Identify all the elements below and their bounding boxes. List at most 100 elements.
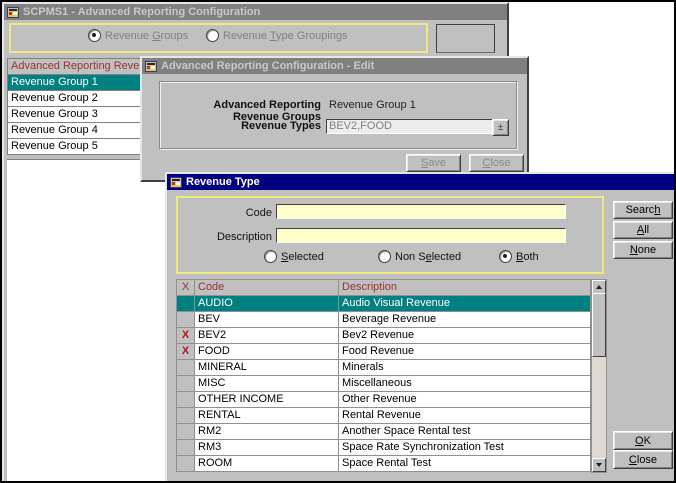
table-row[interactable]: OTHER INCOMEOther Revenue (176, 392, 591, 408)
table-row[interactable]: RENTALRental Revenue (176, 408, 591, 424)
row-code: RM2 (195, 424, 339, 439)
table-row[interactable]: MINERALMinerals (176, 360, 591, 376)
code-label: Code (178, 207, 272, 219)
none-button-label: None (630, 244, 656, 256)
row-description: Space Rental Test (339, 456, 590, 471)
search-panel: Code Description Selected Non Selected B… (176, 196, 604, 274)
row-selected-mark (177, 392, 195, 407)
radio-selected-icon (499, 250, 512, 263)
edit-window-title: Advanced Reporting Configuration - Edit (161, 60, 374, 72)
table-row[interactable]: XFOODFood Revenue (176, 344, 591, 360)
column-header-description: Description (339, 280, 590, 295)
ok-button[interactable]: OK (613, 431, 673, 450)
code-input[interactable] (276, 204, 566, 219)
table-body: AUDIOAudio Visual RevenueBEVBeverage Rev… (176, 296, 591, 472)
row-description: Other Revenue (339, 392, 590, 407)
table-row[interactable]: MISCMiscellaneous (176, 376, 591, 392)
radio-revenue-groups-label: Revenue Groups (105, 30, 188, 42)
row-description: Beverage Revenue (339, 312, 590, 327)
row-selected-mark (177, 408, 195, 423)
row-description: Miscellaneous (339, 376, 590, 391)
radio-unselected-icon (378, 250, 391, 263)
radio-revenue-type-groupings-label: Revenue Type Groupings (223, 30, 348, 42)
column-header-code: Code (195, 280, 339, 295)
row-selected-mark (177, 360, 195, 375)
radio-both-label: Both (516, 251, 539, 263)
revenue-groups-value: Revenue Group 1 (329, 99, 416, 111)
edit-close-button[interactable]: Close (469, 154, 524, 172)
row-code: ROOM (195, 456, 339, 471)
search-button-label: Search (626, 204, 661, 216)
radio-non-selected-label: Non Selected (395, 251, 461, 263)
row-selected-mark (177, 376, 195, 391)
column-header-x: X (177, 280, 195, 295)
table-row[interactable]: AUDIOAudio Visual Revenue (176, 296, 591, 312)
table-row[interactable]: XBEV2Bev2 Revenue (176, 328, 591, 344)
main-titlebar[interactable]: SCPMS1 - Advanced Reporting Configuratio… (4, 4, 507, 20)
arrow-up-icon (596, 285, 602, 289)
row-code: RM3 (195, 440, 339, 455)
row-description: Rental Revenue (339, 408, 590, 423)
row-code: BEV (195, 312, 339, 327)
all-button[interactable]: All (613, 221, 673, 239)
revenue-types-label: Revenue Types (166, 120, 321, 132)
radio-revenue-groups[interactable]: Revenue Groups (88, 29, 188, 42)
radio-both[interactable]: Both (499, 250, 539, 263)
row-selected-mark: X (177, 328, 195, 343)
window-revenue-type: Revenue Type Code Description Selected N… (165, 172, 676, 483)
rt-close-button-label: Close (629, 454, 657, 466)
scrollbar-thumb[interactable] (592, 293, 606, 357)
row-selected-mark (177, 424, 195, 439)
radio-revenue-type-groupings[interactable]: Revenue Type Groupings (206, 29, 348, 42)
radio-unselected-icon (264, 250, 277, 263)
edit-close-button-label: Close (482, 157, 510, 169)
search-button[interactable]: Search (613, 201, 673, 219)
none-button[interactable]: None (613, 241, 673, 259)
table-row[interactable]: RM3Space Rate Synchronization Test (176, 440, 591, 456)
scroll-up-button[interactable] (592, 280, 606, 294)
revenue-types-input[interactable]: BEV2,FOOD (326, 119, 495, 134)
table-header-row: X Code Description (176, 279, 591, 296)
revenue-type-titlebar[interactable]: Revenue Type (167, 174, 676, 190)
row-description: Minerals (339, 360, 590, 375)
scroll-down-button[interactable] (592, 458, 606, 472)
row-description: Food Revenue (339, 344, 590, 359)
edit-titlebar[interactable]: Advanced Reporting Configuration - Edit (142, 58, 527, 74)
app-icon (170, 176, 183, 189)
description-input[interactable] (276, 228, 566, 243)
empty-frame (436, 24, 495, 53)
lov-dropdown-button[interactable]: ± (492, 119, 509, 136)
window-edit: Advanced Reporting Configuration - Edit … (140, 56, 529, 182)
table-row[interactable]: RM2Another Space Rental test (176, 424, 591, 440)
radio-selected-icon (88, 29, 101, 42)
radio-non-selected[interactable]: Non Selected (378, 250, 461, 263)
row-code: RENTAL (195, 408, 339, 423)
radio-selected-label: Selected (281, 251, 324, 263)
row-code: BEV2 (195, 328, 339, 343)
ok-button-label: OK (635, 435, 651, 447)
row-code: FOOD (195, 344, 339, 359)
main-window-title: SCPMS1 - Advanced Reporting Configuratio… (23, 6, 260, 18)
row-description: Bev2 Revenue (339, 328, 590, 343)
row-code: OTHER INCOME (195, 392, 339, 407)
description-label: Description (178, 231, 272, 243)
row-code: AUDIO (195, 296, 339, 311)
table-row[interactable]: BEVBeverage Revenue (176, 312, 591, 328)
row-code: MISC (195, 376, 339, 391)
row-description: Space Rate Synchronization Test (339, 440, 590, 455)
table-row[interactable]: ROOMSpace Rental Test (176, 456, 591, 472)
row-selected-mark (177, 440, 195, 455)
row-selected-mark (177, 456, 195, 471)
arrow-down-icon (596, 463, 602, 467)
row-selected-mark (177, 296, 195, 311)
row-description: Audio Visual Revenue (339, 296, 590, 311)
row-selected-mark (177, 312, 195, 327)
table-scrollbar[interactable] (591, 279, 607, 473)
rt-close-button[interactable]: Close (613, 450, 673, 469)
app-icon (145, 60, 158, 73)
save-button-label: Save (421, 157, 446, 169)
row-code: MINERAL (195, 360, 339, 375)
revenue-type-table: X Code Description AUDIOAudio Visual Rev… (176, 279, 591, 472)
radio-selected[interactable]: Selected (264, 250, 324, 263)
save-button[interactable]: Save (406, 154, 461, 172)
